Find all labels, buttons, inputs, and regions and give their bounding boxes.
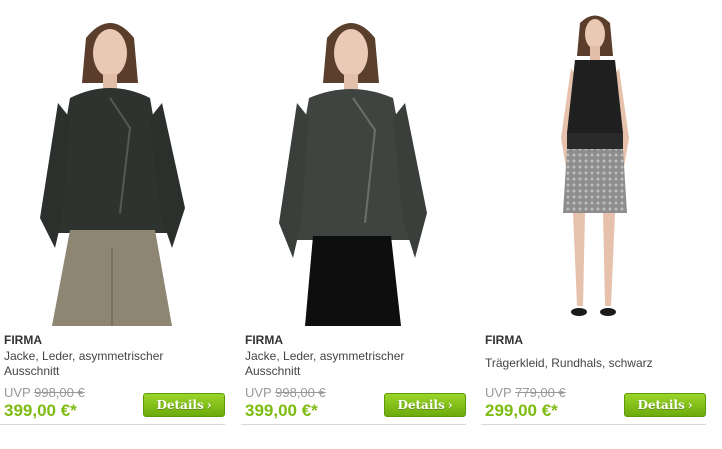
product-title[interactable]: Trägerkleid, Rundhals, schwarz xyxy=(485,356,685,371)
product-image[interactable] xyxy=(481,8,706,326)
model-photo-black-dress xyxy=(561,15,629,316)
divider xyxy=(241,424,466,425)
current-price: 399,00 €* xyxy=(4,401,77,420)
product-card: FIRMA Jacke, Leder, asymmetrischer Aussc… xyxy=(0,0,225,425)
current-price: 399,00 €* xyxy=(245,401,318,420)
details-button-label: Details xyxy=(156,398,204,412)
product-image[interactable] xyxy=(0,8,225,326)
product-brand[interactable]: FIRMA xyxy=(485,333,523,347)
product-card: FIRMA Trägerkleid, Rundhals, schwarz UVP… xyxy=(481,0,706,425)
model-photo-jacket-beige-trousers xyxy=(40,23,185,326)
details-button[interactable]: Details › xyxy=(143,393,225,417)
uvp-label: UVP xyxy=(485,385,512,400)
model-photo-jacket-black-skirt xyxy=(279,23,427,326)
divider xyxy=(0,424,225,425)
details-button[interactable]: Details › xyxy=(384,393,466,417)
product-image[interactable] xyxy=(241,8,466,326)
product-brand[interactable]: FIRMA xyxy=(4,333,42,347)
current-price: 299,00 €* xyxy=(485,401,558,420)
product-brand[interactable]: FIRMA xyxy=(245,333,283,347)
old-price: 779,00 € xyxy=(515,385,566,400)
uvp-label: UVP xyxy=(4,385,31,400)
chevron-right-icon: › xyxy=(447,398,453,412)
product-title[interactable]: Jacke, Leder, asymmetrischer Ausschnitt xyxy=(4,349,204,379)
uvp-price: UVP 998,00 € xyxy=(245,385,326,400)
chevron-right-icon: › xyxy=(206,398,212,412)
uvp-price: UVP 998,00 € xyxy=(4,385,85,400)
details-button-label: Details xyxy=(637,398,685,412)
details-button-label: Details xyxy=(397,398,445,412)
chevron-right-icon: › xyxy=(687,398,693,412)
product-card: FIRMA Jacke, Leder, asymmetrischer Aussc… xyxy=(241,0,466,425)
old-price: 998,00 € xyxy=(275,385,326,400)
uvp-price: UVP 779,00 € xyxy=(485,385,566,400)
details-button[interactable]: Details › xyxy=(624,393,706,417)
product-title[interactable]: Jacke, Leder, asymmetrischer Ausschnitt xyxy=(245,349,445,379)
uvp-label: UVP xyxy=(245,385,272,400)
old-price: 998,00 € xyxy=(34,385,85,400)
divider xyxy=(481,424,706,425)
